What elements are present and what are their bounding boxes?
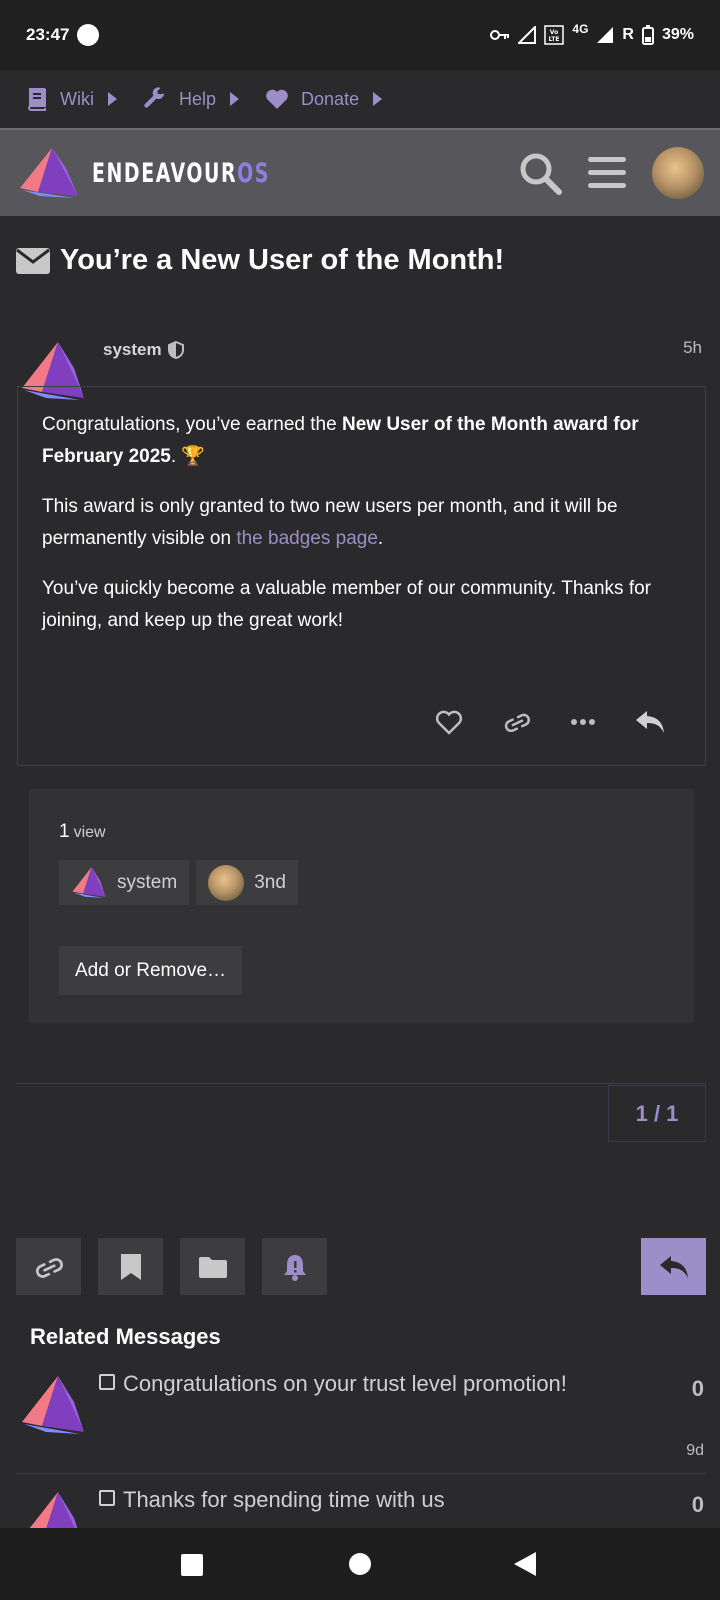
related-avatar [20,1376,86,1441]
vpn-key-icon [490,30,510,40]
participant-avatar [71,866,107,899]
battery-icon [641,25,654,45]
checkbox-icon [99,1374,115,1390]
checkbox-icon [99,1490,115,1506]
divider [16,1473,706,1474]
svg-text:LTE: LTE [549,36,560,43]
participant-name: 3nd [254,871,286,893]
logo-text: ENDEAVOUROS [92,157,271,189]
bell-icon [283,1254,306,1281]
nav-link-donate[interactable]: Donate [265,88,383,110]
post-paragraph: This award is only granted to two new us… [42,496,618,549]
nav-link-wiki[interactable]: Wiki [26,87,117,111]
book-icon [26,87,48,111]
nav-link-help[interactable]: Help [143,87,240,111]
topic-footer-buttons [16,1238,327,1295]
post-actions [435,709,665,735]
participant-name: system [117,871,178,893]
add-or-remove-button[interactable]: Add or Remove… [59,946,243,995]
shield-icon [167,341,184,359]
views-panel: 1 view system 3nd Add or Remove… [29,789,694,1023]
status-icons: Vo LTE 4G R 39% [490,22,694,45]
post-paragraph: Congratulations, you’ve earned the New U… [42,414,639,467]
circle-icon [349,1553,371,1575]
signal-full-icon [597,27,614,43]
participants: system 3nd [59,860,298,905]
volte-icon: VoLTE [544,25,565,45]
participant-chip[interactable]: 3nd [196,860,298,905]
top-nav: Wiki Help Donate [0,70,720,128]
archive-button[interactable] [180,1238,245,1295]
topic-title-text: You’re a New User of the Month! [60,244,505,276]
related-message-title[interactable]: Congratulations on your trust level prom… [99,1370,569,1398]
caret-right-icon [108,92,117,106]
reply-icon [659,1255,688,1278]
related-message-item[interactable]: Thanks for spending time with us 0 [0,1486,720,1528]
caret-right-icon [230,92,240,106]
back-button[interactable] [514,1552,536,1576]
reply-count: 0 [691,1492,704,1517]
clock: 23:47 [26,25,70,44]
bookmark-icon [120,1253,141,1280]
notification-dot-icon [77,24,100,46]
site-header: ENDEAVOUROS [0,128,720,216]
user-avatar[interactable] [652,147,704,199]
heart-icon [265,88,289,110]
related-avatar [20,1492,86,1528]
post-pager[interactable]: 1 / 1 [608,1085,706,1142]
nav-link-label: Donate [301,88,360,109]
home-button[interactable] [349,1553,371,1575]
nav-link-label: Wiki [60,88,94,109]
participant-avatar [208,864,245,901]
endeavouros-logo[interactable]: ENDEAVOUROS [16,146,320,200]
view-count: 1 view [59,821,106,842]
share-link-button[interactable] [16,1238,81,1295]
divider [16,1083,706,1084]
roaming-indicator: R [622,26,634,43]
related-messages-heading: Related Messages [30,1324,221,1349]
link-icon [35,1257,63,1278]
reply-icon[interactable] [635,709,665,735]
status-bar: 23:47 Vo LTE 4G R 39% [0,0,720,70]
network-type: 4G [572,22,589,36]
badges-page-link[interactable]: the badges page [236,528,378,549]
related-message-item[interactable]: Congratulations on your trust level prom… [0,1370,720,1470]
triangle-back-icon [514,1552,536,1576]
nav-link-label: Help [179,88,217,109]
bookmark-button[interactable] [98,1238,163,1295]
envelope-icon [16,247,50,274]
signal-icon [518,26,537,44]
post-author-name: system [103,340,162,359]
square-icon [181,1554,203,1576]
post-body: Congratulations, you’ve earned the New U… [17,386,706,766]
folder-icon [198,1256,227,1278]
system-nav-bar [0,1528,720,1600]
post-author[interactable]: system [103,340,185,360]
related-message-title[interactable]: Thanks for spending time with us [99,1486,569,1514]
participant-chip[interactable]: system [59,860,190,905]
endeavouros-logo-icon [20,148,78,198]
recents-button[interactable] [181,1554,203,1576]
link-icon[interactable] [503,712,531,732]
reply-count: 0 [691,1376,704,1401]
caret-right-icon [373,92,383,106]
topic-title: You’re a New User of the Month! [16,244,504,277]
activity-age: 9d [686,1442,704,1459]
more-icon[interactable] [571,718,595,726]
battery-percent: 39% [661,26,694,43]
svg-text:Vo: Vo [550,29,558,36]
reply-button[interactable] [641,1238,706,1295]
wrench-icon [143,87,167,111]
notification-button[interactable] [262,1238,327,1295]
menu-icon[interactable] [588,155,626,191]
search-icon[interactable] [518,151,562,195]
like-heart-icon[interactable] [435,709,463,735]
header-icons [518,147,704,199]
post-age[interactable]: 5h [683,338,702,358]
post-paragraph: You’ve quickly become a valuable member … [42,578,652,631]
